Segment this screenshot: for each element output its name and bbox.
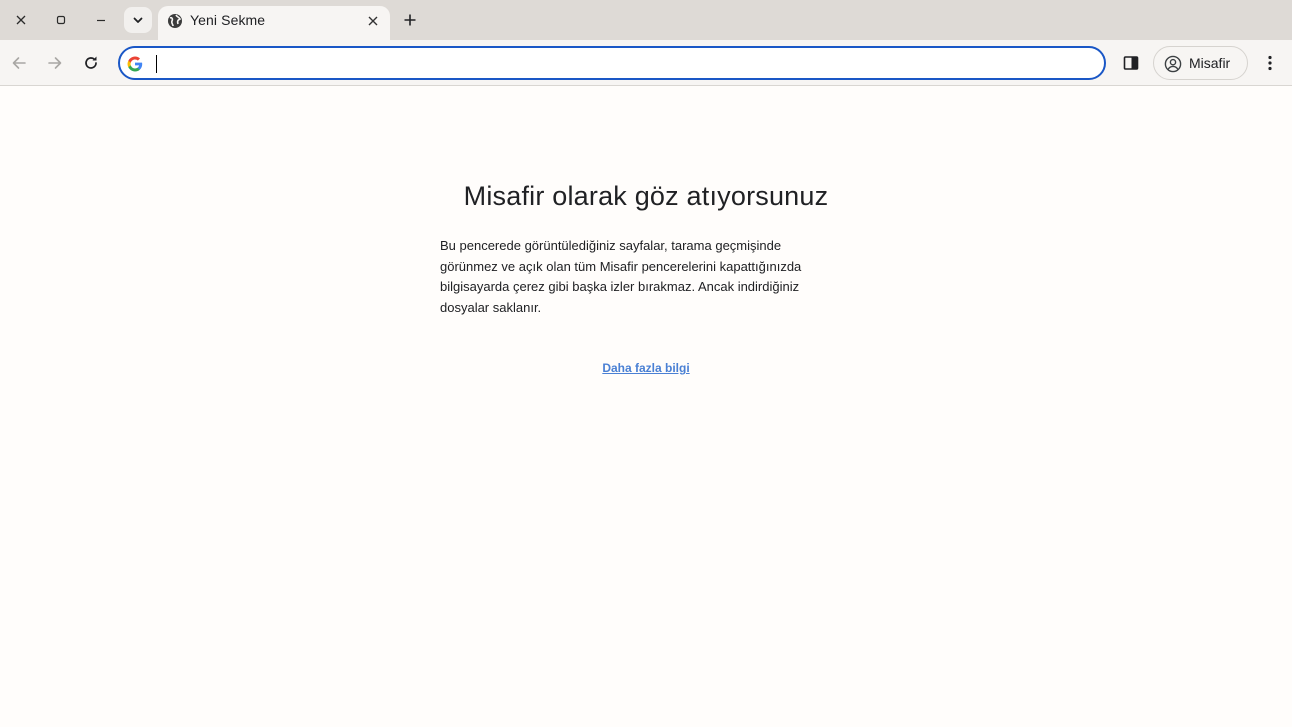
globe-icon bbox=[168, 14, 182, 28]
toolbar: Misafir bbox=[0, 40, 1292, 86]
arrow-left-icon bbox=[12, 57, 26, 69]
page-content: Misafir olarak göz atıyorsunuz Bu pencer… bbox=[0, 87, 1292, 727]
address-bar[interactable] bbox=[118, 46, 1106, 80]
google-icon bbox=[127, 56, 143, 72]
tab-search-button[interactable] bbox=[124, 7, 152, 33]
window-minimize-button[interactable] bbox=[88, 7, 114, 33]
forward-button[interactable] bbox=[42, 50, 68, 76]
arrow-right-icon bbox=[48, 57, 62, 69]
guest-description: Bu pencerede görüntülediğiniz sayfalar, … bbox=[440, 238, 802, 316]
tab-title: Yeni Sekme bbox=[190, 12, 266, 28]
account-circle-icon bbox=[1164, 55, 1182, 73]
side-panel-icon bbox=[1123, 56, 1139, 70]
learn-more-container: Daha fazla bilgi bbox=[0, 361, 1292, 375]
tab-close-button[interactable] bbox=[363, 11, 383, 31]
new-tab-button[interactable] bbox=[398, 8, 422, 32]
window-maximize-button[interactable] bbox=[48, 7, 74, 33]
side-panel-button[interactable] bbox=[1118, 50, 1144, 76]
window-close-button[interactable] bbox=[8, 7, 34, 33]
reload-icon bbox=[85, 56, 97, 69]
profile-button[interactable]: Misafir bbox=[1153, 46, 1248, 80]
menu-button[interactable] bbox=[1258, 50, 1282, 76]
minimize-icon bbox=[97, 19, 105, 22]
chevron-down-icon bbox=[133, 17, 143, 23]
back-button[interactable] bbox=[6, 50, 32, 76]
close-icon bbox=[16, 15, 26, 25]
text-caret bbox=[156, 55, 157, 73]
tab-strip: Yeni Sekme bbox=[0, 0, 1292, 40]
reload-button[interactable] bbox=[78, 50, 104, 76]
more-vert-icon bbox=[1268, 55, 1272, 71]
learn-more-link[interactable]: Daha fazla bilgi bbox=[602, 361, 689, 375]
address-input[interactable] bbox=[160, 52, 1080, 76]
maximize-icon bbox=[56, 15, 66, 25]
page-title: Misafir olarak göz atıyorsunuz bbox=[463, 181, 829, 211]
tab-active[interactable]: Yeni Sekme bbox=[158, 6, 390, 40]
plus-icon bbox=[404, 14, 416, 26]
close-icon bbox=[368, 16, 378, 26]
profile-label: Misafir bbox=[1189, 55, 1231, 71]
